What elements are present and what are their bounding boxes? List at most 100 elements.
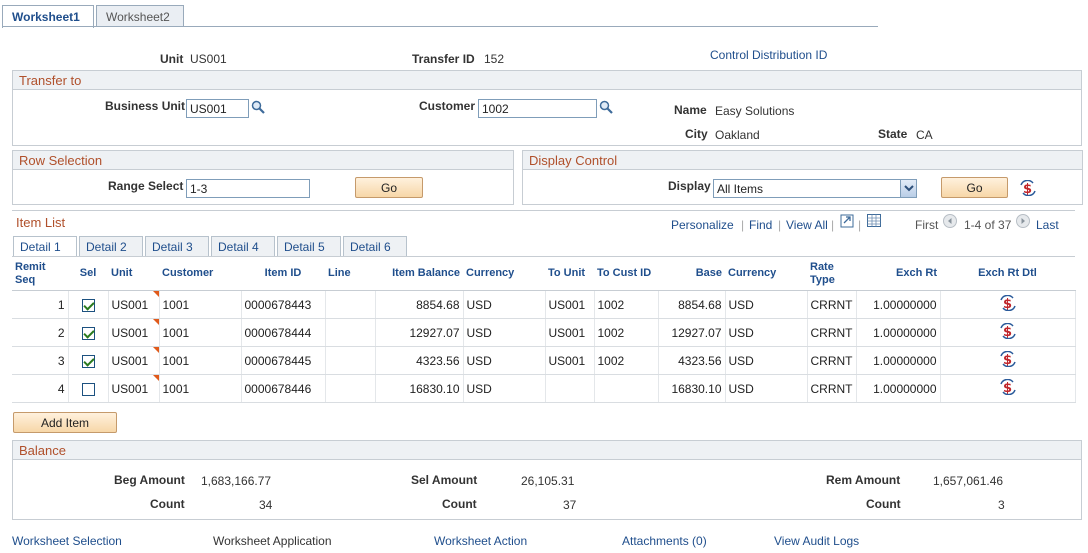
business-unit-label: Business Unit [105,99,186,113]
grid-header-row: Remit Seq Sel Unit Customer Item ID Line… [12,256,1075,291]
col-remit-seq[interactable]: Remit Seq [12,256,68,291]
col-item-balance[interactable]: Item Balance [375,256,463,291]
exchange-rate-icon[interactable]: $ [999,294,1016,312]
row-selection-title: Row Selection [13,151,513,170]
line-cell [325,346,376,375]
display-select[interactable]: All Items [713,179,917,198]
related-info-marker[interactable] [152,291,159,297]
base-cell: 8854.68 [658,290,726,319]
related-info-marker[interactable] [152,375,159,381]
control-distribution-link[interactable]: Control Distribution ID [710,48,827,62]
col-base[interactable]: Base [658,256,725,291]
customer-lookup-icon[interactable] [599,100,613,114]
col-to-cust-id[interactable]: To Cust ID [594,256,658,291]
tab-detail-2[interactable]: Detail 2 [79,236,143,256]
exchange-rate-icon[interactable]: $ [999,322,1016,340]
table-row: 4 US001 1001 0000678446 16830.10 USD 16830.10 U… [12,374,1076,403]
add-item-button[interactable]: Add Item [13,412,117,433]
unit-cell: US001 [108,374,160,403]
col-rate-type[interactable]: Rate Type [807,256,856,291]
separator: | [778,218,782,232]
item-list-title: Item List [16,215,66,230]
col-currency[interactable]: Currency [463,256,545,291]
sel-cell[interactable] [68,346,109,375]
worksheet-selection-link[interactable]: Worksheet Selection [12,534,122,548]
exchange-rate-icon[interactable]: $ [999,350,1016,368]
prev-icon[interactable] [943,214,957,228]
business-unit-input[interactable]: US001 [186,99,249,118]
spreadsheet-icon[interactable] [867,214,881,227]
col-base-currency[interactable]: Currency [725,256,807,291]
currency-cell: USD [463,374,546,403]
tab-worksheet2[interactable]: Worksheet2 [96,5,184,27]
related-info-marker[interactable] [152,319,159,325]
currency-cell: USD [463,318,546,347]
tab-detail-6[interactable]: Detail 6 [343,236,407,256]
chevron-down-icon[interactable] [900,180,916,197]
col-item-id[interactable]: Item ID [241,256,325,291]
base-currency-cell: USD [725,346,808,375]
exch-rt-dtl-cell: $ [940,346,1076,375]
next-icon[interactable] [1016,214,1030,228]
sel-cell[interactable] [68,318,109,347]
page-range: 1-4 of 37 [964,218,1012,232]
sel-amount-label: Sel Amount [411,473,478,487]
col-customer[interactable]: Customer [159,256,241,291]
item-balance-cell: 8854.68 [375,290,464,319]
tab-detail-4[interactable]: Detail 4 [211,236,275,256]
select-checkbox[interactable] [81,382,95,396]
view-all-link[interactable]: View All [786,218,828,232]
base-currency-cell: USD [725,374,808,403]
personalize-link[interactable]: Personalize [671,218,734,232]
customer-label: Customer [419,99,476,113]
item-balance-cell: 12927.07 [375,318,464,347]
exch-rt-dtl-cell: $ [940,318,1076,347]
currency-cell: USD [463,346,546,375]
tab-detail-3[interactable]: Detail 3 [145,236,209,256]
base-cell: 12927.07 [658,318,726,347]
base-cell: 16830.10 [658,374,726,403]
worksheet-action-link[interactable]: Worksheet Action [434,534,527,548]
sel-cell[interactable] [68,290,109,319]
select-checkbox[interactable] [81,354,95,368]
to-unit-cell: US001 [545,290,595,319]
separator: | [741,218,745,232]
rate-type-cell: CRRNT [807,374,857,403]
col-line[interactable]: Line [325,256,375,291]
customer-cell: 1001 [159,374,242,403]
table-row: 3 US001 1001 0000678445 4323.56 USD US001 1002 4… [12,346,1076,375]
customer-input[interactable]: 1002 [478,99,597,118]
city-value: Oakland [715,128,760,142]
item-grid: Remit Seq Sel Unit Customer Item ID Line… [12,256,1076,403]
tab-detail-1[interactable]: Detail 1 [13,236,77,257]
sel-cell[interactable] [68,374,109,403]
base-currency-cell: USD [725,318,808,347]
col-sel[interactable]: Sel [68,256,108,291]
tab-worksheet1[interactable]: Worksheet1 [2,5,94,28]
item-id-cell: 0000678443 [241,290,326,319]
transfer-id-value: 152 [484,52,505,66]
rem-amount-value: 1,657,061.46 [933,474,1004,488]
last-link[interactable]: Last [1036,218,1059,232]
customer-cell: 1001 [159,346,242,375]
related-info-marker[interactable] [152,347,159,353]
col-exch-rt[interactable]: Exch Rt [856,256,940,291]
row-selection-go-button[interactable]: Go [355,177,423,198]
find-link[interactable]: Find [749,218,772,232]
select-checkbox[interactable] [81,326,95,340]
display-go-button[interactable]: Go [941,177,1008,198]
exchange-rate-icon[interactable]: $ [1020,180,1036,196]
range-select-input[interactable]: 1-3 [186,179,310,198]
col-to-unit[interactable]: To Unit [545,256,594,291]
base-currency-cell: USD [725,290,808,319]
col-unit[interactable]: Unit [108,256,159,291]
business-unit-lookup-icon[interactable] [251,100,265,114]
attachments-link[interactable]: Attachments (0) [622,534,707,548]
city-label: City [685,127,708,141]
tab-detail-5[interactable]: Detail 5 [277,236,341,256]
to-cust-id-cell [594,374,659,403]
exchange-rate-icon[interactable]: $ [999,378,1016,396]
select-checkbox[interactable] [81,298,95,312]
view-audit-logs-link[interactable]: View Audit Logs [774,534,859,548]
download-icon[interactable] [840,214,854,228]
